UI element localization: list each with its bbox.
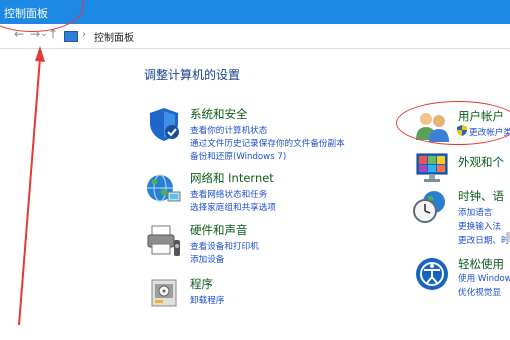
annotation-arrow-icon bbox=[18, 46, 45, 326]
link-use-windows-suggestions[interactable]: 使用 Window bbox=[458, 272, 510, 284]
link-network-status[interactable]: 查看网络状态和任务 bbox=[190, 188, 267, 200]
link-change-input-method[interactable]: 更换输入法 bbox=[458, 220, 501, 232]
category-heading-programs[interactable]: 程序 bbox=[190, 276, 213, 292]
link-devices-printers[interactable]: 查看设备和打印机 bbox=[190, 240, 259, 252]
category-heading-ease-of-access[interactable]: 轻松使用 bbox=[458, 256, 504, 272]
link-backup-restore[interactable]: 备份和还原(Windows 7) bbox=[190, 150, 286, 162]
scrollbar-thumb[interactable] bbox=[506, 232, 510, 242]
page-title: 调整计算机的设置 bbox=[144, 68, 241, 82]
appearance-monitor-icon[interactable] bbox=[414, 150, 450, 186]
ease-of-access-icon[interactable] bbox=[414, 256, 450, 292]
link-view-computer-status[interactable]: 查看你的计算机状态 bbox=[190, 124, 267, 136]
category-heading-appearance[interactable]: 外观和个 bbox=[458, 154, 504, 170]
link-add-language[interactable]: 添加语言 bbox=[458, 206, 492, 218]
category-heading-network-internet[interactable]: 网络和 Internet bbox=[190, 170, 274, 186]
link-uninstall-program[interactable]: 卸载程序 bbox=[190, 294, 224, 306]
breadcrumb-control-panel[interactable]: 控制面板 bbox=[94, 29, 134, 44]
category-heading-clock-language[interactable]: 时钟、语 bbox=[458, 188, 504, 204]
annotation-ellipse-user-accounts bbox=[396, 101, 510, 145]
breadcrumb-separator-icon[interactable]: › bbox=[82, 29, 86, 40]
network-globe-icon[interactable] bbox=[146, 170, 182, 206]
category-heading-hardware-sound[interactable]: 硬件和声音 bbox=[190, 222, 248, 238]
printer-icon[interactable] bbox=[146, 222, 182, 258]
link-optimize-visual-display[interactable]: 优化视觉显 bbox=[458, 286, 501, 298]
link-file-history[interactable]: 通过文件历史记录保存你的文件备份副本 bbox=[190, 137, 345, 149]
programs-box-icon[interactable] bbox=[146, 274, 182, 310]
shield-icon[interactable] bbox=[146, 106, 182, 142]
link-change-date-time[interactable]: 更改日期、时 bbox=[458, 234, 510, 246]
link-homegroup-sharing[interactable]: 选择家庭组和共享选项 bbox=[190, 201, 276, 213]
category-heading-system-security[interactable]: 系统和安全 bbox=[190, 106, 248, 122]
clock-globe-icon[interactable] bbox=[412, 188, 448, 224]
link-add-device[interactable]: 添加设备 bbox=[190, 253, 224, 265]
